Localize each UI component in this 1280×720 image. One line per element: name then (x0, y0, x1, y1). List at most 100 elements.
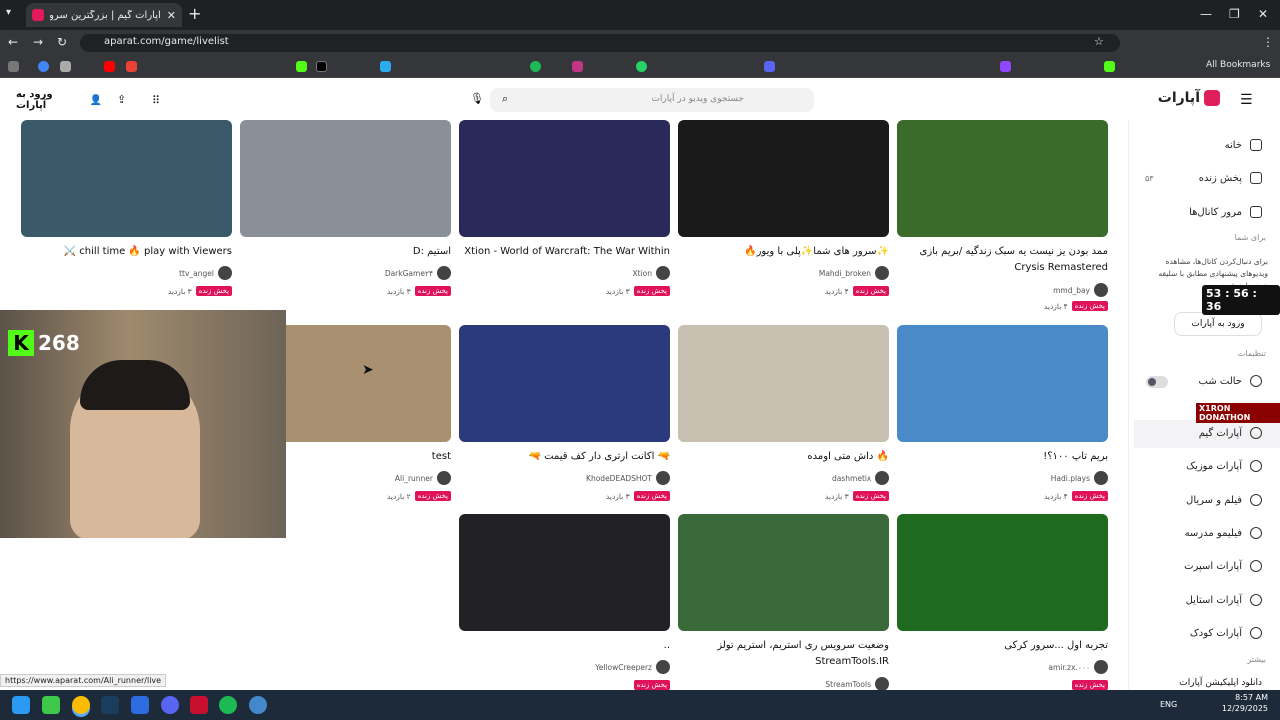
sidebar-item-game[interactable]: آپارات گیم (1199, 427, 1262, 439)
channel-name[interactable]: StreamTools (825, 680, 871, 689)
system-clock[interactable]: 8:57 AM 12/29/2025 (1222, 692, 1268, 714)
taskbar-app-icon[interactable] (190, 696, 208, 714)
spotify-icon[interactable] (219, 696, 237, 714)
video-title[interactable]: ✨سرور های شما✨پلی با ویور🔥 (678, 244, 889, 260)
channel-avatar[interactable] (875, 266, 889, 280)
bookmark-x-icon[interactable] (316, 61, 327, 72)
channel-name[interactable]: mmd_bay (1053, 286, 1090, 295)
close-tab-icon[interactable]: ✕ (167, 9, 176, 22)
sidebar-item-night-mode[interactable]: حالت شب (1199, 375, 1262, 387)
channel-name[interactable]: YellowCreeperz (595, 663, 652, 672)
sidebar-item-film[interactable]: فیلم و سریال (1186, 494, 1262, 506)
channel-avatar[interactable] (1094, 471, 1108, 485)
video-title[interactable]: Xtion - World of Warcraft: The War Withi… (459, 244, 670, 260)
hamburger-menu-icon[interactable]: ☰ (1240, 92, 1253, 108)
channel-avatar[interactable] (656, 266, 670, 280)
sidebar-item-music[interactable]: آپارات موزیک (1186, 460, 1262, 472)
channel-row[interactable]: mmd_bay (1053, 283, 1108, 297)
channel-name[interactable]: dashmeti۸ (832, 474, 871, 483)
channel-row[interactable]: DarkGame۲۴ (385, 266, 451, 280)
url-text[interactable]: aparat.com/game/livelist (104, 36, 229, 47)
channel-row[interactable]: ttv_angel (179, 266, 232, 280)
channel-avatar[interactable] (437, 471, 451, 485)
close-window-icon[interactable]: ✕ (1258, 7, 1268, 21)
download-app-link[interactable]: دانلود اپلیکیشن آپارات (1179, 678, 1262, 688)
apps-icon[interactable] (8, 61, 19, 72)
forward-icon[interactable]: → (33, 35, 43, 49)
browser-menu-icon[interactable]: ⋮ (1262, 35, 1274, 49)
channel-avatar[interactable] (875, 471, 889, 485)
channel-avatar[interactable] (218, 266, 232, 280)
channel-avatar[interactable] (656, 660, 670, 674)
bookmark-spotify-icon[interactable] (530, 61, 541, 72)
night-mode-toggle[interactable] (1146, 376, 1168, 388)
taskbar-app-icon[interactable] (42, 696, 60, 714)
video-title[interactable]: تجربه اول ...سرور کرکی (897, 638, 1108, 654)
bookmark-telegram-icon[interactable] (380, 61, 391, 72)
channel-row[interactable]: StreamTools (825, 677, 889, 691)
grid-menu-icon[interactable]: ⠿ (152, 94, 160, 107)
sidebar-item-school[interactable]: فیلیمو مدرسه (1185, 527, 1262, 539)
search-icon[interactable]: ⌕ (502, 92, 508, 106)
channel-row[interactable]: Ali_runner (395, 471, 451, 485)
sidebar-item-live[interactable]: پخش زنده (1199, 172, 1262, 184)
bookmark-youtube-icon[interactable] (104, 61, 115, 72)
chrome-icon[interactable] (72, 696, 90, 714)
video-thumbnail[interactable] (459, 514, 670, 631)
video-thumbnail[interactable] (459, 120, 670, 237)
channel-row[interactable]: amir.zx.۰۰۰ (1048, 660, 1108, 674)
taskbar-app-icon[interactable] (249, 696, 267, 714)
video-title[interactable]: 🔫 اکانت ارتری دار کف قیمت 🔫 (459, 449, 670, 465)
video-title[interactable]: بریم تاپ ۱۰۰؟! (897, 449, 1108, 465)
channel-name[interactable]: amir.zx.۰۰۰ (1048, 663, 1090, 672)
browser-tab[interactable]: آپارات گیم | بزرگترین سرویس استر ✕ (26, 3, 182, 27)
reload-icon[interactable]: ↻ (57, 35, 67, 49)
all-bookmarks[interactable]: All Bookmarks (1206, 60, 1270, 70)
upload-icon[interactable]: ⇪ (117, 93, 126, 106)
channel-avatar[interactable] (1094, 283, 1108, 297)
video-title[interactable]: وضعیت سرویس ری استریم، استریم تولز Strea… (678, 638, 889, 670)
taskbar-app-icon[interactable] (131, 696, 149, 714)
bookmark-star-icon[interactable]: ☆ (1094, 35, 1104, 48)
channel-name[interactable]: KhodeDEADSHOT (586, 474, 652, 483)
channel-row[interactable]: dashmeti۸ (832, 471, 889, 485)
tab-search-icon[interactable]: ▾ (6, 7, 11, 18)
bookmark-icon[interactable] (60, 61, 71, 72)
steam-icon[interactable] (101, 696, 119, 714)
sidebar-item-kids[interactable]: آپارات کودک (1190, 627, 1262, 639)
aparat-logo[interactable]: آپارات (1158, 90, 1220, 106)
channel-name[interactable]: Mahdi_broken (819, 269, 871, 278)
channel-row[interactable]: Mahdi_broken (819, 266, 889, 280)
channel-name[interactable]: DarkGame۲۴ (385, 269, 433, 278)
new-tab-button[interactable]: + (188, 6, 201, 22)
bookmark-kick-icon[interactable] (296, 61, 307, 72)
bookmark-twitch-icon[interactable] (1000, 61, 1011, 72)
video-thumbnail[interactable] (897, 120, 1108, 237)
bookmark-google-icon[interactable] (38, 61, 49, 72)
bookmark-instagram-icon[interactable] (572, 61, 583, 72)
back-icon[interactable]: ← (8, 35, 18, 49)
channel-name[interactable]: Hadi.plays (1051, 474, 1090, 483)
video-title[interactable]: ممد بودن یز نیست یه سبک زندگیه /بریم باز… (897, 244, 1109, 276)
sidebar-item-channels[interactable]: مرور کانال‌ها (1189, 206, 1262, 218)
channel-avatar[interactable] (656, 471, 670, 485)
sidebar-login-button[interactable]: ورود به آپارات (1174, 312, 1262, 336)
bookmark-discord-icon[interactable] (764, 61, 775, 72)
channel-row[interactable]: YellowCreeperz (595, 660, 670, 674)
bookmark-icon[interactable] (1104, 61, 1115, 72)
channel-row[interactable]: KhodeDEADSHOT (586, 471, 670, 485)
channel-avatar[interactable] (437, 266, 451, 280)
video-title[interactable]: chill time 🔥 play with Viewers ⚔️ (21, 244, 232, 260)
video-thumbnail[interactable] (459, 325, 670, 442)
sidebar-item-style[interactable]: آپارات استایل (1186, 594, 1262, 606)
bookmark-whatsapp-icon[interactable] (636, 61, 647, 72)
channel-avatar[interactable] (875, 677, 889, 691)
search-box[interactable]: جستجوی ویدیو در آپارات ⌕ (490, 88, 814, 112)
video-title[interactable]: 🔥 داش متی اومده (678, 449, 889, 465)
windows-start-icon[interactable] (12, 696, 30, 714)
bookmark-gmail-icon[interactable] (126, 61, 137, 72)
video-thumbnail[interactable] (678, 514, 889, 631)
channel-name[interactable]: ttv_angel (179, 269, 214, 278)
video-thumbnail[interactable] (897, 325, 1108, 442)
video-thumbnail[interactable] (21, 120, 232, 237)
